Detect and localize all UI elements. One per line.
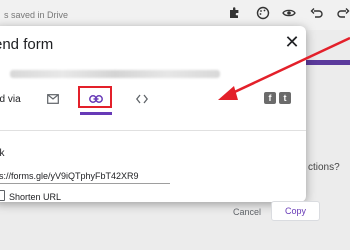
puzzle-icon[interactable]: [228, 6, 242, 20]
close-icon[interactable]: ✕: [282, 32, 302, 52]
cancel-button[interactable]: Cancel: [233, 207, 261, 217]
copy-button[interactable]: Copy: [271, 201, 320, 221]
undo-icon[interactable]: [310, 6, 324, 20]
selected-tab-indicator: [80, 112, 112, 115]
send-form-dialog: end form ✕ nd via f t nk ps://forms.gle/…: [0, 26, 320, 221]
background-text: ctions?: [308, 162, 340, 173]
blurred-email: [10, 70, 220, 78]
tab-email[interactable]: [42, 86, 64, 112]
link-url-field[interactable]: ps://forms.gle/yV9iQTphyFbT42XR9: [0, 171, 170, 181]
link-field-underline: [0, 183, 170, 184]
link-section-label: nk: [0, 148, 5, 159]
divider: [0, 130, 306, 131]
save-status: s saved in Drive: [4, 10, 69, 20]
mail-icon: [47, 94, 59, 104]
palette-icon[interactable]: [256, 6, 270, 20]
redo-icon[interactable]: [336, 6, 350, 20]
preview-eye-icon[interactable]: [282, 6, 296, 20]
code-icon: [136, 94, 148, 104]
dialog-title: end form: [0, 36, 54, 53]
annotation-highlight-box: [78, 86, 112, 108]
twitter-icon[interactable]: t: [279, 92, 291, 104]
facebook-icon[interactable]: f: [264, 92, 276, 104]
tab-embed[interactable]: [130, 86, 154, 112]
send-via-label: nd via: [0, 94, 21, 105]
shorten-url-checkbox[interactable]: [0, 190, 5, 201]
shorten-url-label: Shorten URL: [9, 192, 62, 202]
collaborator-email-row: [0, 70, 230, 80]
